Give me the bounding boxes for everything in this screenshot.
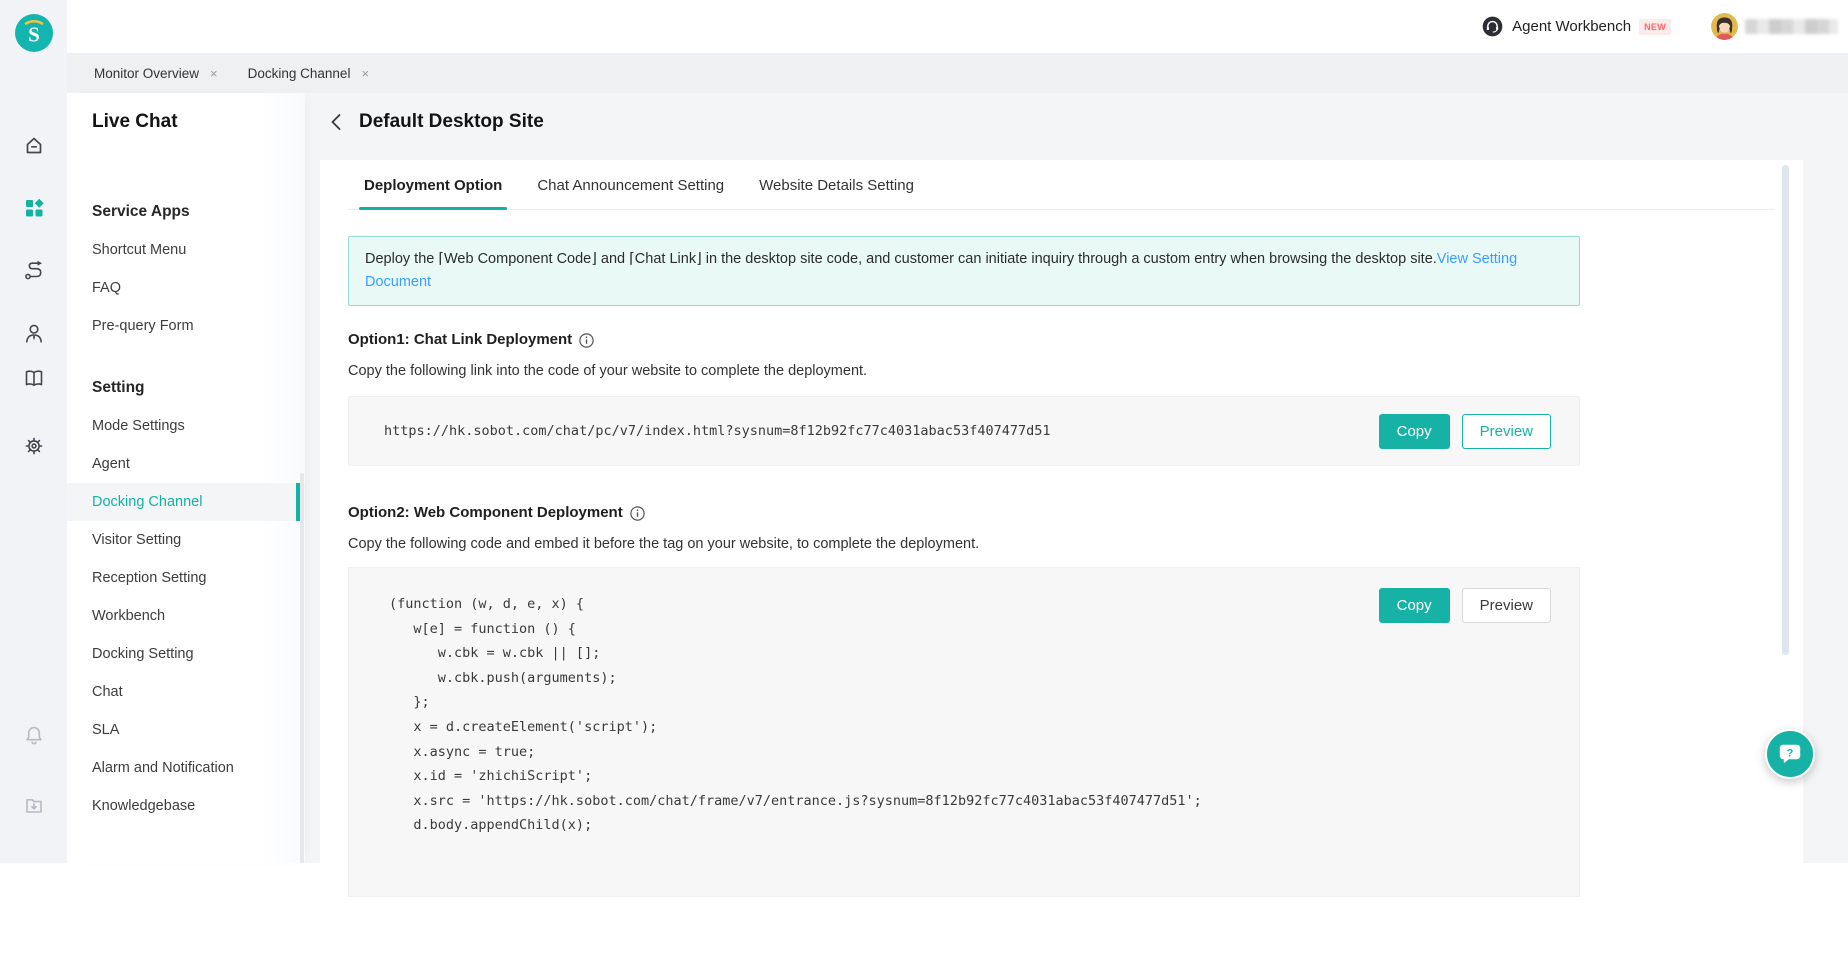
user-name-redacted[interactable] (1745, 19, 1838, 34)
page-title: Default Desktop Site (359, 111, 544, 133)
chat-link-url[interactable]: https://hk.sobot.com/chat/pc/v7/index.ht… (384, 423, 1379, 439)
sidebar-item-sla[interactable]: SLA (67, 711, 305, 749)
sidebar-item-visitor-setting[interactable]: Visitor Setting (67, 521, 305, 559)
help-chat-widget-button[interactable]: ? (1765, 729, 1815, 779)
option2-copy-button[interactable]: Copy (1379, 588, 1450, 623)
top-header: Agent Workbench NEW (67, 0, 1848, 53)
apps-grid-icon[interactable] (22, 196, 46, 220)
option1-heading: Option1: Chat Link Deployment (348, 330, 572, 350)
sidebar-item-docking-setting[interactable]: Docking Setting (67, 635, 305, 673)
sidebar-item-docking-channel[interactable]: Docking Channel (67, 483, 305, 521)
code-line: w.cbk = w.cbk || []; (389, 641, 1551, 666)
close-tab-icon[interactable]: × (210, 66, 218, 81)
sidebar-item-agent[interactable]: Agent (67, 445, 305, 483)
home-icon[interactable] (22, 133, 46, 157)
download-tray-icon[interactable] (22, 793, 46, 817)
option1-preview-button[interactable]: Preview (1462, 414, 1551, 449)
main-content: Default Desktop Site Deployment Option C… (305, 93, 1848, 863)
sidebar-item-faq[interactable]: FAQ (67, 269, 305, 307)
code-line: x.id = 'zhichiScript'; (389, 764, 1551, 789)
setting-tabs: Deployment Option Chat Announcement Sett… (348, 160, 1775, 210)
option2-heading: Option2: Web Component Deployment (348, 503, 623, 523)
brand-logo[interactable]: S (15, 14, 53, 57)
close-tab-icon[interactable]: × (361, 66, 369, 81)
sidebar-title: Live Chat (67, 107, 305, 137)
code-line: (function (w, d, e, x) { (389, 592, 1551, 617)
info-icon[interactable] (630, 506, 645, 521)
chat-bubble-question-icon: ? (1775, 739, 1805, 769)
settings-gear-icon[interactable] (22, 434, 46, 458)
sidebar-item-chat[interactable]: Chat (67, 673, 305, 711)
info-icon[interactable] (579, 333, 594, 348)
sidebar-item-mode-settings[interactable]: Mode Settings (67, 407, 305, 445)
tab-website-details-setting[interactable]: Website Details Setting (759, 177, 914, 209)
icon-rail: S (0, 0, 67, 863)
chat-link-box: https://hk.sobot.com/chat/pc/v7/index.ht… (348, 396, 1580, 466)
code-line: x = d.createElement('script'); (389, 715, 1551, 740)
code-line: }; (389, 690, 1551, 715)
code-line: x.async = true; (389, 740, 1551, 765)
open-pages-tabbar: Monitor Overview × Docking Channel × (67, 53, 1848, 93)
sidebar-item-shortcut-menu[interactable]: Shortcut Menu (67, 231, 305, 269)
notification-bell-icon[interactable] (22, 723, 46, 747)
sidebar-item-workbench[interactable]: Workbench (67, 597, 305, 635)
agent-person-icon[interactable] (22, 321, 46, 345)
option1-copy-button[interactable]: Copy (1379, 414, 1450, 449)
option2-preview-button[interactable]: Preview (1462, 588, 1551, 623)
code-line: x.src = 'https://hk.sobot.com/chat/frame… (389, 789, 1551, 814)
web-component-code-box: (function (w, d, e, x) { w[e] = function… (348, 567, 1580, 897)
option1-description: Copy the following link into the code of… (348, 361, 1775, 381)
sidebar-item-reception-setting[interactable]: Reception Setting (67, 559, 305, 597)
banner-text: Deploy the ⌈Web Component Code⌋ and ⌈Cha… (365, 251, 1437, 267)
deployment-card: Deployment Option Chat Announcement Sett… (320, 160, 1803, 960)
sidebar-item-knowledgebase[interactable]: Knowledgebase (67, 787, 305, 825)
sidebar-scrollbar[interactable] (300, 473, 304, 863)
new-badge: NEW (1639, 19, 1671, 35)
option2-description: Copy the following code and embed it bef… (348, 534, 1775, 554)
tab-deployment-option[interactable]: Deployment Option (364, 177, 502, 209)
page-tab-monitor-overview[interactable]: Monitor Overview × (79, 53, 233, 93)
svg-text:S: S (28, 23, 40, 47)
live-chat-sidebar: Live Chat Service Apps Shortcut Menu FAQ… (67, 93, 305, 863)
sidebar-section-service-apps: Service Apps (67, 193, 305, 231)
code-line: w.cbk.push(arguments); (389, 666, 1551, 691)
sidebar-item-alarm-and-notification[interactable]: Alarm and Notification (67, 749, 305, 787)
agent-workbench-label[interactable]: Agent Workbench (1512, 18, 1631, 35)
page-tab-docking-channel[interactable]: Docking Channel × (233, 53, 384, 93)
knowledge-book-icon[interactable] (22, 366, 46, 390)
content-scrollbar[interactable] (1782, 165, 1789, 655)
back-arrow-icon[interactable] (328, 113, 346, 131)
sidebar-section-setting: Setting (67, 369, 305, 407)
user-avatar[interactable] (1711, 13, 1738, 40)
route-icon[interactable] (22, 258, 46, 282)
deployment-info-banner: Deploy the ⌈Web Component Code⌋ and ⌈Cha… (348, 236, 1580, 306)
svg-text:?: ? (1787, 747, 1794, 759)
agent-workbench-headset-icon[interactable] (1482, 16, 1503, 37)
code-line: w[e] = function () { (389, 617, 1551, 642)
tab-chat-announcement-setting[interactable]: Chat Announcement Setting (537, 177, 724, 209)
code-line: d.body.appendChild(x); (389, 813, 1551, 838)
sidebar-item-pre-query-form[interactable]: Pre-query Form (67, 307, 305, 345)
